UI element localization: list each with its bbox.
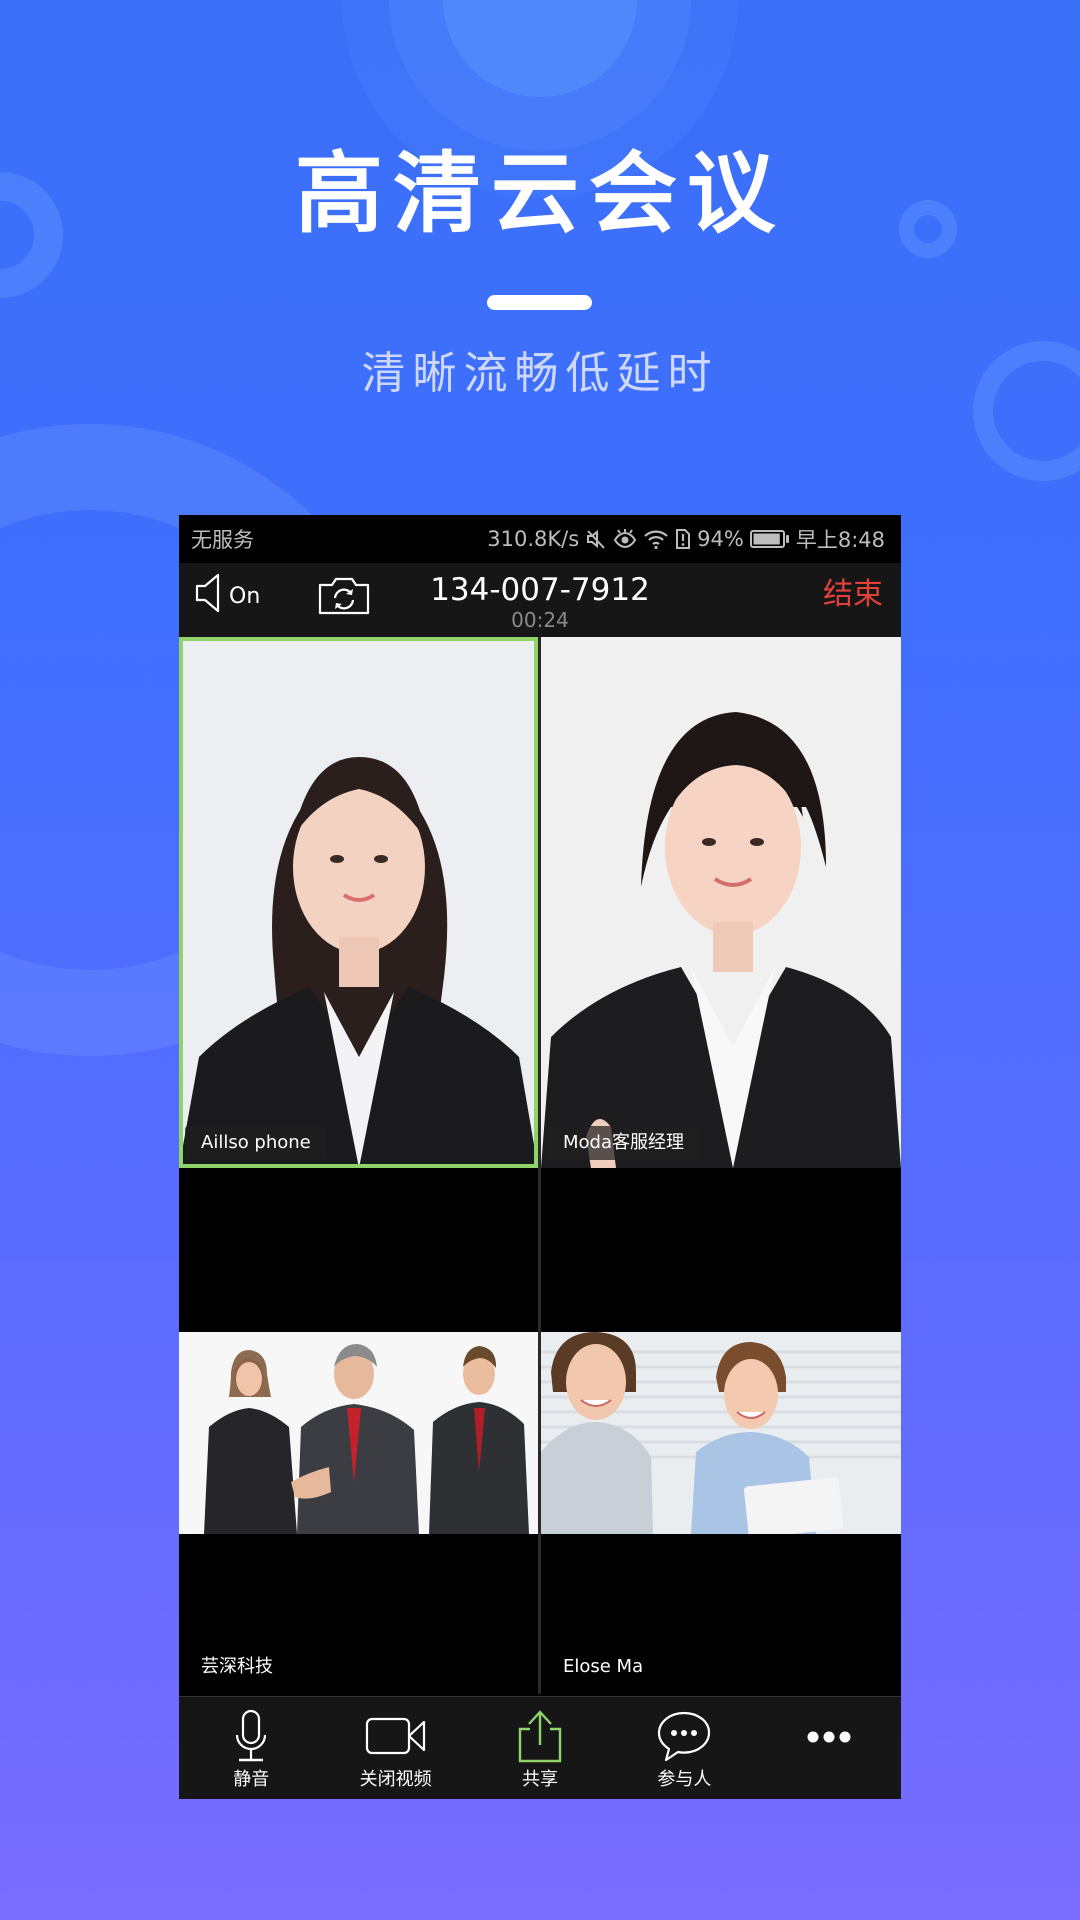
share-button[interactable]: 共享 bbox=[468, 1697, 612, 1799]
hero-title: 高清云会议 bbox=[294, 142, 785, 245]
stop-video-button[interactable]: 关闭视频 bbox=[323, 1697, 467, 1799]
call-duration: 00:24 bbox=[511, 608, 569, 632]
call-phone-number: 134-007-7912 bbox=[430, 572, 650, 608]
participant-name: Aillso phone bbox=[185, 1126, 327, 1160]
meeting-toolbar: 静音 关闭视频 共享 参与人 bbox=[179, 1696, 901, 1799]
sim-alert-icon bbox=[675, 528, 691, 550]
chat-bubble-icon bbox=[656, 1710, 712, 1766]
microphone-icon bbox=[233, 1709, 269, 1767]
hero-divider bbox=[487, 295, 592, 310]
eye-comfort-icon bbox=[613, 528, 637, 550]
share-label: 共享 bbox=[522, 1769, 559, 1790]
phone-screen: 无服务 310.8K/s 94% 早上8:48 On 134-007-7912 … bbox=[179, 515, 901, 1799]
participant-name: Elose Ma bbox=[563, 1656, 644, 1677]
more-icon bbox=[806, 1729, 852, 1748]
call-header: On 134-007-7912 00:24 结束 bbox=[179, 563, 901, 637]
participant-video bbox=[179, 1332, 538, 1534]
video-tile-4[interactable]: Elose Ma bbox=[541, 1168, 901, 1694]
decor-circle-top-middle bbox=[389, 0, 691, 151]
participant-name: Moda客服经理 bbox=[547, 1126, 700, 1160]
participant-video bbox=[541, 1332, 901, 1534]
participant-name: 芸深科技 bbox=[201, 1656, 273, 1677]
video-camera-icon bbox=[365, 1717, 427, 1759]
video-tile-3[interactable]: 芸深科技 bbox=[179, 1168, 538, 1694]
battery-percent: 94% bbox=[697, 527, 744, 551]
battery-icon bbox=[749, 529, 790, 549]
status-time: 早上8:48 bbox=[795, 528, 885, 552]
participant-video bbox=[541, 637, 901, 1168]
stop-video-label: 关闭视频 bbox=[359, 1769, 432, 1790]
end-call-button[interactable]: 结束 bbox=[823, 575, 883, 615]
share-icon bbox=[516, 1709, 564, 1767]
mute-icon bbox=[585, 528, 607, 550]
video-tile-1[interactable]: Aillso phone bbox=[179, 637, 538, 1168]
decor-circle-top-inner bbox=[443, 0, 637, 97]
participant-video bbox=[179, 637, 538, 1168]
network-speed: 310.8K/s bbox=[487, 527, 580, 551]
video-grid: Aillso phone Moda客服经理 芸深科技 Elose Ma bbox=[179, 637, 901, 1694]
wifi-icon bbox=[643, 528, 669, 550]
mute-button[interactable]: 静音 bbox=[179, 1697, 323, 1799]
tile-divider bbox=[538, 637, 541, 1694]
more-button[interactable] bbox=[757, 1697, 901, 1799]
participants-button[interactable]: 参与人 bbox=[612, 1697, 756, 1799]
participants-label: 参与人 bbox=[657, 1769, 712, 1790]
status-bar: 无服务 310.8K/s 94% 早上8:48 bbox=[179, 515, 901, 563]
video-tile-2[interactable]: Moda客服经理 bbox=[541, 637, 901, 1168]
mute-label: 静音 bbox=[233, 1769, 270, 1790]
carrier-label: 无服务 bbox=[191, 528, 254, 552]
hero-subtitle: 清晰流畅低延时 bbox=[361, 348, 719, 399]
